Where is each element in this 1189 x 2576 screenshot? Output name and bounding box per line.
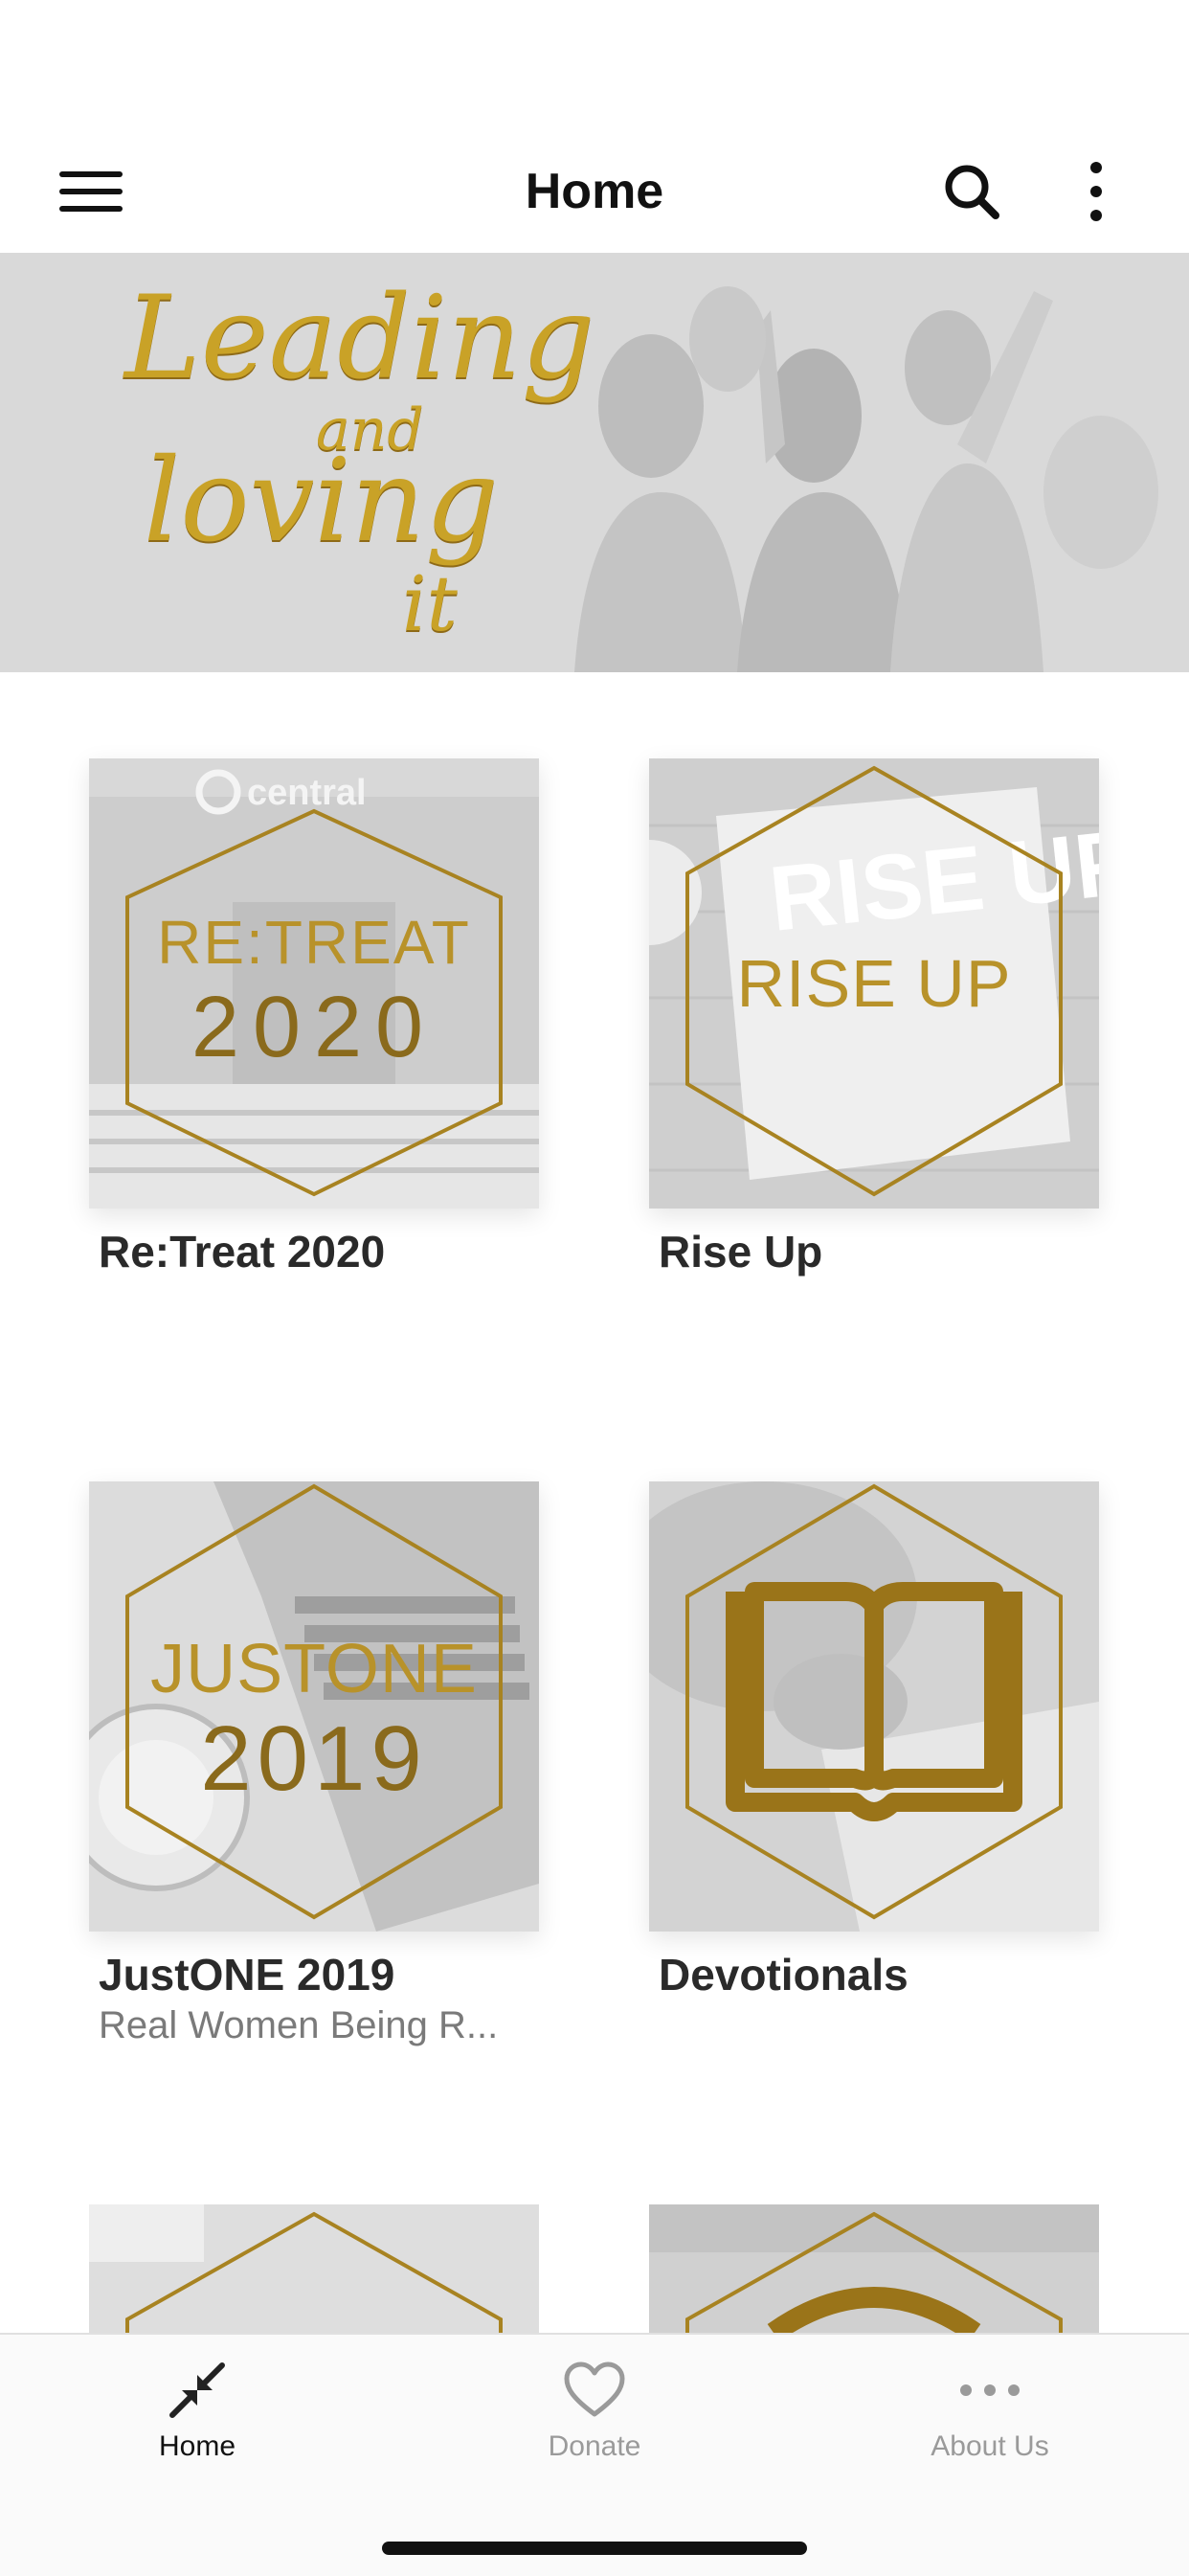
tile-title-line: JUSTONE (150, 1631, 478, 1707)
status-bar (0, 0, 1189, 134)
tab-about-us[interactable]: About Us (875, 2352, 1105, 2476)
card-thumbnail (649, 2204, 1099, 2333)
tile-title-line: RE:TREAT (157, 908, 471, 977)
hexagon-frame (649, 2204, 1099, 2333)
tab-label: Donate (548, 2430, 641, 2462)
card-title: JustONE 2019 (99, 1950, 395, 2000)
horizontal-ellipsis-icon (960, 2384, 1020, 2396)
tile-title-line: 2019 (200, 1707, 428, 1810)
tab-label: About Us (931, 2430, 1049, 2462)
card-title: Devotionals (659, 1950, 909, 2000)
open-book-icon (726, 1582, 1022, 1821)
vertical-ellipsis-icon (1090, 162, 1102, 221)
card-subtitle: Real Women Being R... (99, 2004, 499, 2046)
hero-script-title: Leading and loving it (124, 272, 622, 655)
card-thumbnail: central RE:TREAT 2020 (89, 758, 539, 1209)
heart-icon (564, 2361, 625, 2417)
tab-donate[interactable]: Donate (480, 2352, 709, 2476)
card-title: Rise Up (659, 1227, 823, 1277)
content-card-partial[interactable] (649, 2204, 1099, 2333)
content-card-devotionals[interactable]: Devotionals (649, 1481, 1099, 2075)
card-thumbnail (89, 2204, 539, 2333)
content-card-justone-2019[interactable]: JUSTONE 2019 JustONE 2019 Real Women Bei… (89, 1481, 539, 2075)
top-navigation-bar: Home (0, 134, 1189, 253)
search-icon (945, 165, 999, 219)
bottom-tab-bar: Home Donate About Us (0, 2333, 1189, 2576)
content-card-partial[interactable] (89, 2204, 539, 2333)
home-indicator[interactable] (382, 2542, 807, 2555)
hero-banner[interactable]: Leading and loving it (0, 253, 1189, 672)
card-thumbnail (649, 1481, 1099, 1932)
content-grid: central RE:TREAT 2020 Re:Treat 2020 RISE… (0, 672, 1189, 2333)
content-card-retreat-2020[interactable]: central RE:TREAT 2020 Re:Treat 2020 (89, 758, 539, 1333)
tab-home[interactable]: Home (82, 2352, 312, 2476)
hexagon-frame (89, 2204, 539, 2333)
content-card-rise-up[interactable]: RISE UP RISE UP Rise Up (649, 758, 1099, 1333)
page-title: Home (525, 164, 664, 219)
more-options-button[interactable] (1063, 153, 1130, 230)
hero-script-line: Leading (124, 272, 595, 405)
hero-script-line: loving (144, 435, 499, 568)
card-thumbnail: RISE UP RISE UP (649, 758, 1099, 1209)
tab-label: Home (158, 2430, 236, 2462)
search-button[interactable] (933, 153, 1010, 230)
card-title: Re:Treat 2020 (99, 1227, 386, 1277)
tile-title-line: 2020 (191, 980, 437, 1075)
card-thumbnail: JUSTONE 2019 (89, 1481, 539, 1932)
collapse-arrows-icon (169, 2362, 225, 2418)
hero-script-line: it (402, 559, 458, 648)
tile-title-line: RISE UP (736, 946, 1012, 1021)
